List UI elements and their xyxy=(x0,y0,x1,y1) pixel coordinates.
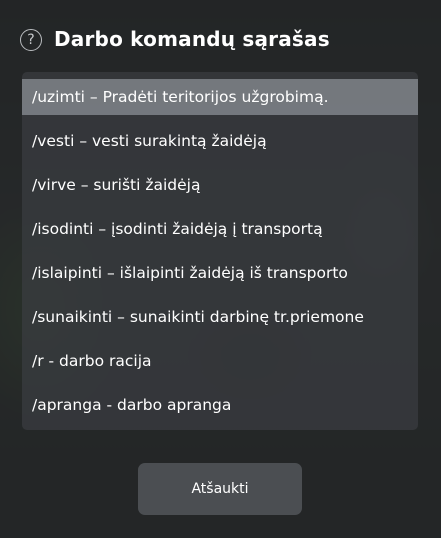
command-item-virve[interactable]: /virve – surišti žaidėją xyxy=(22,163,418,207)
command-item-islaipinti[interactable]: /islaipinti – išlaipinti žaidėją iš tran… xyxy=(22,251,418,295)
command-item-isodinti[interactable]: /isodinti – įsodinti žaidėją į transport… xyxy=(22,207,418,251)
command-item-apranga[interactable]: /apranga - darbo apranga xyxy=(22,383,418,427)
command-item-sunaikinti[interactable]: /sunaikinti – sunaikinti darbinę tr.prie… xyxy=(22,295,418,339)
dialog-header: ? Darbo komandų sąrašas xyxy=(20,24,421,54)
command-list: /uzimti – Pradėti teritorijos užgrobimą.… xyxy=(22,72,418,430)
command-item-uzimti[interactable]: /uzimti – Pradėti teritorijos užgrobimą. xyxy=(22,79,418,115)
command-item-vesti[interactable]: /vesti – vesti surakintą žaidėją xyxy=(22,119,418,163)
cancel-button[interactable]: Atšaukti xyxy=(138,463,302,515)
commands-dialog: ? Darbo komandų sąrašas /uzimti – Pradėt… xyxy=(0,0,441,538)
help-icon[interactable]: ? xyxy=(20,29,42,51)
dialog-title: Darbo komandų sąrašas xyxy=(54,27,330,51)
command-item-r[interactable]: /r - darbo racija xyxy=(22,339,418,383)
